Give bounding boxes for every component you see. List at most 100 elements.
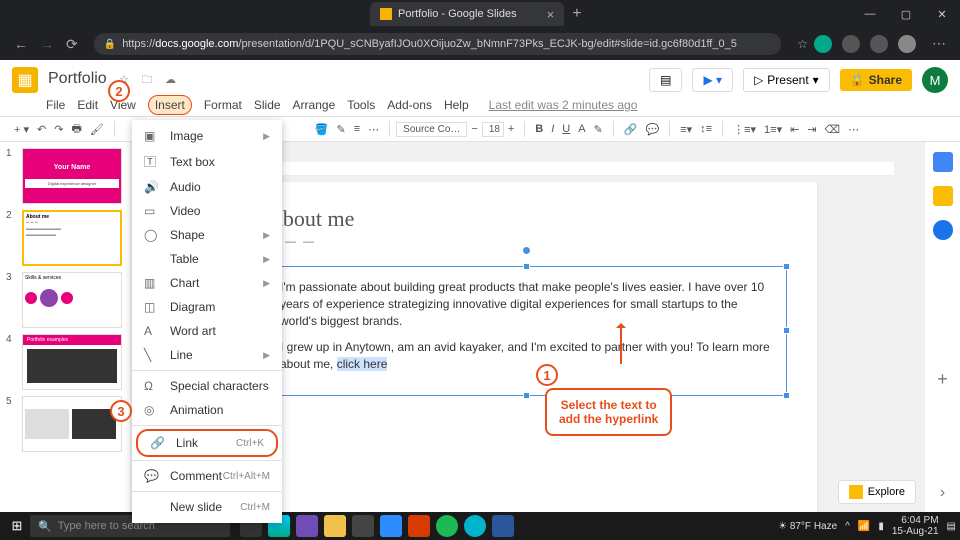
document-title[interactable]: Portfolio [48,70,107,87]
menu-addons[interactable]: Add-ons [387,98,432,112]
insert-new-slide[interactable]: New slideCtrl+M [132,495,282,519]
menu-edit[interactable]: Edit [77,98,98,112]
slide-thumb-2[interactable]: About me━ ━ ━▬▬▬▬▬▬▬▬▬▬▬▬▬ [22,210,122,266]
present-button[interactable]: ▷ Present ▾ [743,68,830,92]
share-button[interactable]: 🔒 Share [840,69,912,91]
font-size-inc[interactable]: + [508,123,514,135]
font-size-dec[interactable]: − [471,123,477,135]
slide-title[interactable]: About me [267,206,787,232]
tray-chevron-icon[interactable]: ^ [845,521,850,532]
insert-video[interactable]: ▭Video [132,199,282,223]
insert-link[interactable]: 🔗LinkCtrl+K [136,429,278,457]
wifi-icon[interactable]: 📶 [858,521,870,532]
menu-arrange[interactable]: Arrange [293,98,336,112]
explore-button[interactable]: Explore [838,480,916,504]
resize-handle[interactable] [783,392,790,399]
resize-handle[interactable] [783,327,790,334]
keep-icon[interactable] [933,186,953,206]
explorer-icon[interactable] [324,515,346,537]
reload-button[interactable]: ⟳ [66,36,78,53]
new-tab-button[interactable]: + [572,5,581,23]
insert-audio[interactable]: 🔊Audio [132,175,282,199]
body-paragraph-2[interactable]: I grew up in Anytown, am an avid kayaker… [280,339,774,373]
number-list-button[interactable]: 1≡▾ [764,123,782,136]
favorite-icon[interactable]: ☆ [797,37,808,51]
insert-diagram[interactable]: ◫Diagram [132,295,282,319]
resize-handle[interactable] [523,263,530,270]
body-textbox[interactable]: I'm passionate about building great prod… [267,266,787,396]
undo-button[interactable]: ↶ [37,123,46,136]
notifications-icon[interactable]: ▤ [947,521,956,532]
border-color-button[interactable]: ✎ [337,123,346,136]
browser-tab[interactable]: Portfolio - Google Slides × [370,2,564,26]
insert-special-chars[interactable]: ΩSpecial characters [132,374,282,398]
cloud-icon[interactable]: ☁ [165,74,176,86]
account-avatar[interactable]: M [922,67,948,93]
settings-icon[interactable] [352,515,374,537]
font-select[interactable]: Source Co… [396,122,467,137]
insert-shape[interactable]: ◯Shape▶ [132,223,282,247]
italic-button[interactable]: I [551,123,554,135]
text-color-button[interactable]: A [578,123,585,135]
menu-tools[interactable]: Tools [347,98,375,112]
zoom-icon[interactable] [380,515,402,537]
back-button[interactable]: ← [14,36,28,52]
clear-format-button[interactable]: ⌫ [825,123,841,136]
addon-plus-icon[interactable]: + [937,369,948,390]
insert-table[interactable]: Table▶ [132,247,282,271]
underline-button[interactable]: U [562,123,570,135]
insert-line[interactable]: ╲Line▶ [132,343,282,367]
insert-chart[interactable]: ▥Chart▶ [132,271,282,295]
maximize-button[interactable]: ▢ [888,8,924,21]
word-icon[interactable] [492,515,514,537]
indent-dec-button[interactable]: ⇤ [790,123,799,136]
minimize-button[interactable]: — [852,8,888,21]
app-icon[interactable] [464,515,486,537]
ext-icon[interactable] [814,35,832,53]
slide-thumb-3[interactable]: Skills & services [22,272,122,328]
browser-menu-icon[interactable]: ⋯ [932,35,946,53]
calendar-icon[interactable] [933,152,953,172]
slide-thumb-5[interactable] [22,396,122,452]
office-icon[interactable] [408,515,430,537]
rotate-handle[interactable] [523,247,530,254]
border-weight-button[interactable]: ≡ [354,123,360,135]
move-icon[interactable]: 🗀 [141,74,152,86]
close-window-button[interactable]: ✕ [924,8,960,21]
line-spacing-button[interactable]: ↕≡ [700,123,712,135]
highlight-button[interactable]: ✎ [594,123,603,136]
menu-file[interactable]: File [46,98,65,112]
font-size-input[interactable]: 18 [482,122,504,137]
resize-handle[interactable] [783,263,790,270]
slide-thumb-4[interactable]: Portfolio examples [22,334,122,390]
insert-comment[interactable]: 💬CommentCtrl+Alt+M [132,464,282,488]
new-slide-button[interactable]: + ▾ [14,123,29,136]
indent-inc-button[interactable]: ⇥ [807,123,816,136]
body-paragraph-1[interactable]: I'm passionate about building great prod… [280,279,774,329]
weather-widget[interactable]: ☀ 87°F Haze [778,521,837,532]
insert-animation[interactable]: ◎Animation [132,398,282,422]
slide-thumb-1[interactable]: Your Name Digital experience designer [22,148,122,204]
tasks-icon[interactable] [933,220,953,240]
last-edit-text[interactable]: Last edit was 2 minutes ago [489,98,638,112]
address-input[interactable]: 🔒 https://docs.google.com/presentation/d… [94,33,782,55]
menu-format[interactable]: Format [204,98,242,112]
insert-link-button[interactable]: 🔗 [624,123,638,136]
resize-handle[interactable] [523,392,530,399]
insert-image[interactable]: ▣Image▶ [132,124,282,148]
bullet-list-button[interactable]: ⋮≡▾ [733,123,756,136]
more-button[interactable]: ⋯ [848,123,859,136]
ext-icon[interactable] [870,35,888,53]
menu-help[interactable]: Help [444,98,469,112]
clock-time[interactable]: 6:04 PM [892,515,939,526]
tab-close-icon[interactable]: × [547,7,555,22]
paint-format-button[interactable]: 🖌 [90,123,104,136]
border-dash-button[interactable]: ⋯ [368,123,379,136]
battery-icon[interactable]: ▮ [878,521,884,532]
menu-slide[interactable]: Slide [254,98,281,112]
redo-button[interactable]: ↷ [54,123,63,136]
slideshow-button[interactable]: ▶ ▾ [692,68,733,92]
fill-color-button[interactable]: 🪣 [315,123,329,136]
insert-wordart[interactable]: AWord art [132,319,282,343]
start-button[interactable]: ⊞ [4,513,30,539]
